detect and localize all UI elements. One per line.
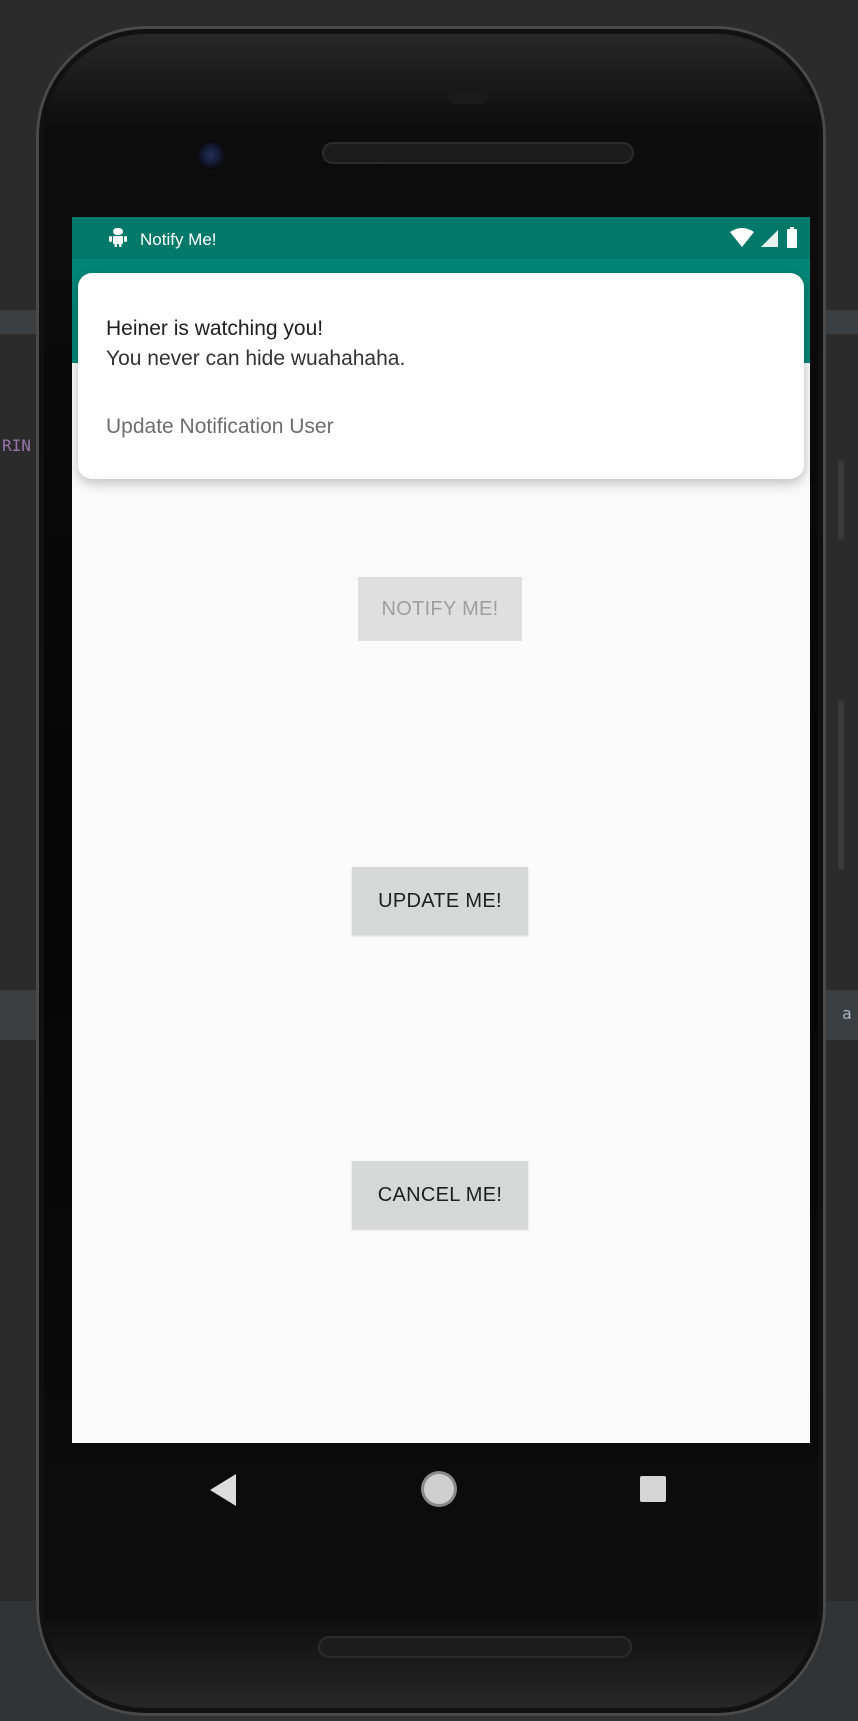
ide-code-fragment-right: a xyxy=(842,1004,852,1023)
front-camera xyxy=(194,138,228,172)
bottom-speaker xyxy=(318,1636,632,1658)
notify-button[interactable]: NOTIFY ME! xyxy=(358,577,522,641)
android-icon xyxy=(108,226,128,253)
sensor-slot xyxy=(448,92,488,104)
cancel-button[interactable]: CANCEL ME! xyxy=(352,1161,528,1229)
notification-action-update[interactable]: Update Notification User xyxy=(106,415,334,439)
update-button[interactable]: UPDATE ME! xyxy=(352,867,528,935)
notification-text: You never can hide wuahahaha. xyxy=(106,347,406,370)
heads-up-notification[interactable]: Heiner is watching you! You never can hi… xyxy=(78,273,804,479)
home-icon[interactable] xyxy=(424,1474,454,1504)
cellular-signal-icon xyxy=(760,228,780,253)
volume-button xyxy=(838,700,844,870)
status-app-name: Notify Me! xyxy=(140,229,217,249)
earpiece-speaker xyxy=(322,142,634,164)
wifi-icon xyxy=(730,228,754,253)
battery-icon xyxy=(786,227,798,254)
power-button xyxy=(838,460,844,540)
back-icon[interactable] xyxy=(210,1474,236,1506)
recents-icon[interactable] xyxy=(640,1476,666,1502)
notification-title: Heiner is watching you! xyxy=(106,317,324,340)
device-screen: Notify Me! Heiner is watching you! You n… xyxy=(72,217,810,1443)
status-bar: Notify Me! xyxy=(72,217,810,259)
ide-code-fragment: RIN xyxy=(2,436,31,455)
